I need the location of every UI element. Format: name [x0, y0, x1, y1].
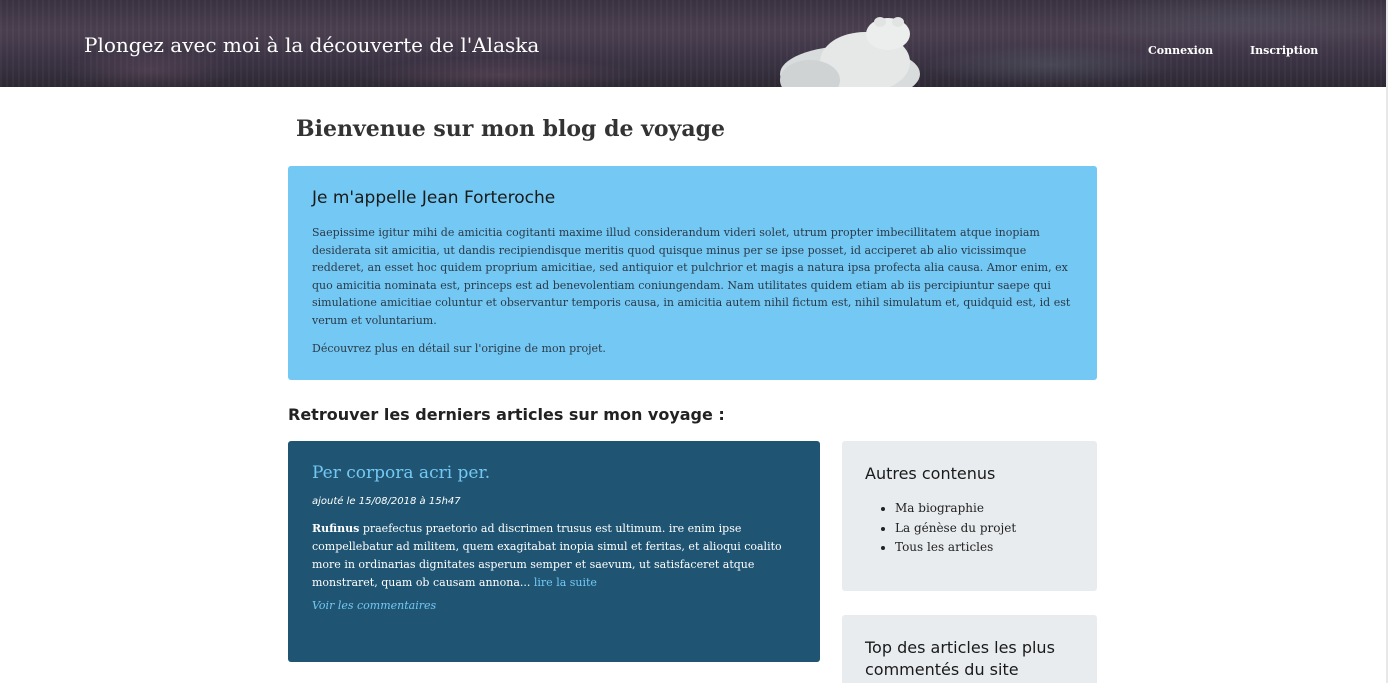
- origin-project-link[interactable]: Découvrez plus en détail sur l'origine d…: [312, 342, 1073, 355]
- read-more-link[interactable]: lire la suite: [534, 576, 597, 589]
- header-banner: Plongez avec moi à la découverte de l'Al…: [0, 0, 1386, 87]
- signup-link[interactable]: Inscription: [1250, 44, 1318, 57]
- intro-card: Je m'appelle Jean Forteroche Saepissime …: [288, 166, 1097, 380]
- latest-articles-title: Retrouver les derniers articles sur mon …: [288, 405, 725, 424]
- article-title[interactable]: Per corpora acri per.: [312, 463, 796, 483]
- view-comments-link[interactable]: Voir les commentaires: [312, 599, 796, 612]
- other-content-box: Autres contenus Ma biographie La génèse …: [842, 441, 1097, 591]
- excerpt-author: Rufinus: [312, 522, 360, 535]
- intro-text: Saepissime igitur mihi de amicitia cogit…: [312, 226, 1071, 327]
- article-date: ajouté le 15/08/2018 à 15h47: [312, 496, 461, 507]
- other-content-list: Ma biographie La génèse du projet Tous l…: [865, 499, 1074, 558]
- polar-bear-image: [780, 17, 920, 87]
- all-articles-link[interactable]: Tous les articles: [895, 538, 1074, 558]
- top-articles-box: Top des articles les plus commentés du s…: [842, 615, 1097, 683]
- other-content-title: Autres contenus: [865, 464, 996, 483]
- project-genesis-link[interactable]: La génèse du projet: [895, 519, 1074, 539]
- article-card: Per corpora acri per. ajouté le 15/08/20…: [288, 441, 820, 662]
- intro-heading: Je m'appelle Jean Forteroche: [312, 188, 556, 208]
- top-articles-title: Top des articles les plus commentés du s…: [865, 638, 1055, 679]
- page-title: Bienvenue sur mon blog de voyage: [296, 116, 725, 142]
- login-link[interactable]: Connexion: [1148, 44, 1213, 57]
- biography-link[interactable]: Ma biographie: [895, 499, 1074, 519]
- article-excerpt: Rufinus praefectus praetorio ad discrime…: [312, 520, 796, 592]
- site-title[interactable]: Plongez avec moi à la découverte de l'Al…: [84, 33, 539, 57]
